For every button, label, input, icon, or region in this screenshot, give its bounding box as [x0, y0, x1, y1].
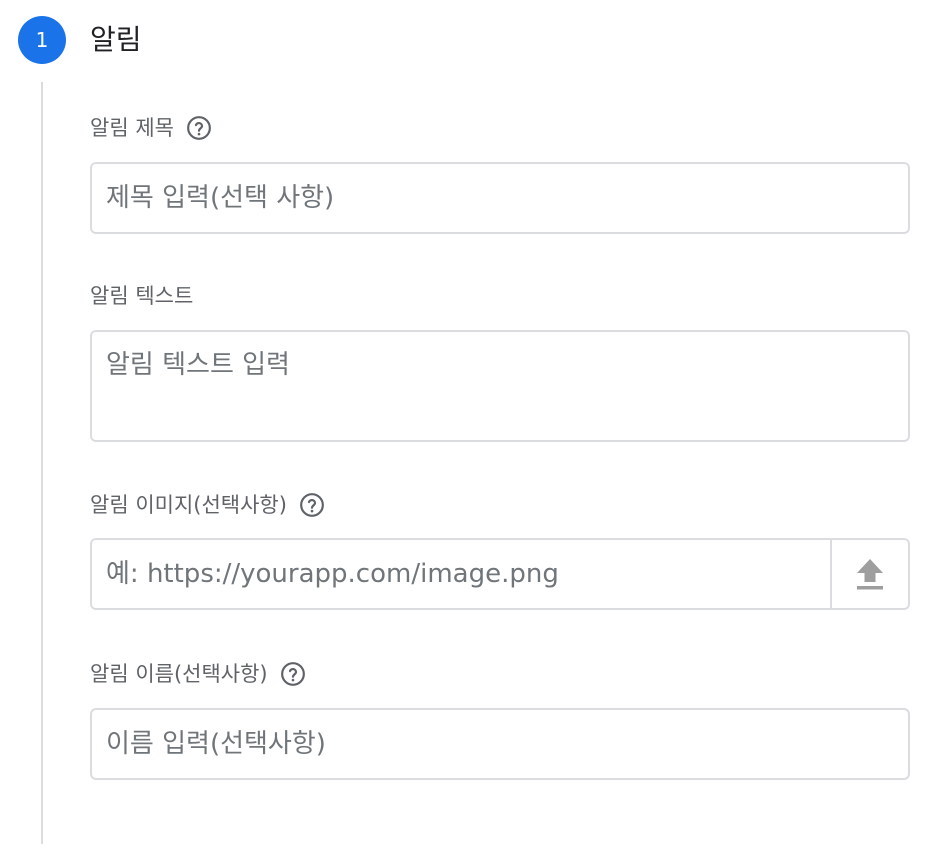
- notification-image-label: 알림 이미지(선택사항): [90, 493, 287, 517]
- notification-name-label-row: 알림 이름(선택사항): [90, 659, 306, 689]
- help-circle-icon[interactable]: [280, 661, 306, 687]
- notification-name-label: 알림 이름(선택사항): [90, 662, 268, 686]
- notification-text-label-row: 알림 텍스트: [90, 281, 193, 311]
- notification-title-input[interactable]: [92, 164, 908, 232]
- notification-image-label-row: 알림 이미지(선택사항): [90, 490, 325, 520]
- notification-title-label: 알림 제목: [90, 116, 174, 140]
- step-connector-line: [41, 82, 43, 844]
- notification-title-input-box: [90, 162, 910, 234]
- notification-text-label: 알림 텍스트: [90, 284, 194, 308]
- notification-text-input[interactable]: [92, 332, 908, 440]
- notification-name-input[interactable]: [92, 710, 908, 778]
- help-circle-icon[interactable]: [186, 115, 212, 141]
- step-number-badge: 1: [18, 16, 66, 64]
- step-number: 1: [35, 28, 49, 52]
- help-circle-icon[interactable]: [299, 492, 325, 518]
- notification-title-label-row: 알림 제목: [90, 113, 212, 143]
- notification-image-input[interactable]: [92, 540, 828, 608]
- step-title: 알림: [90, 23, 142, 56]
- notification-image-input-box: [90, 538, 910, 610]
- notification-text-input-box: [90, 330, 910, 442]
- notification-name-input-box: [90, 708, 910, 780]
- upload-image-button[interactable]: [830, 540, 908, 608]
- upload-icon: [857, 559, 883, 590]
